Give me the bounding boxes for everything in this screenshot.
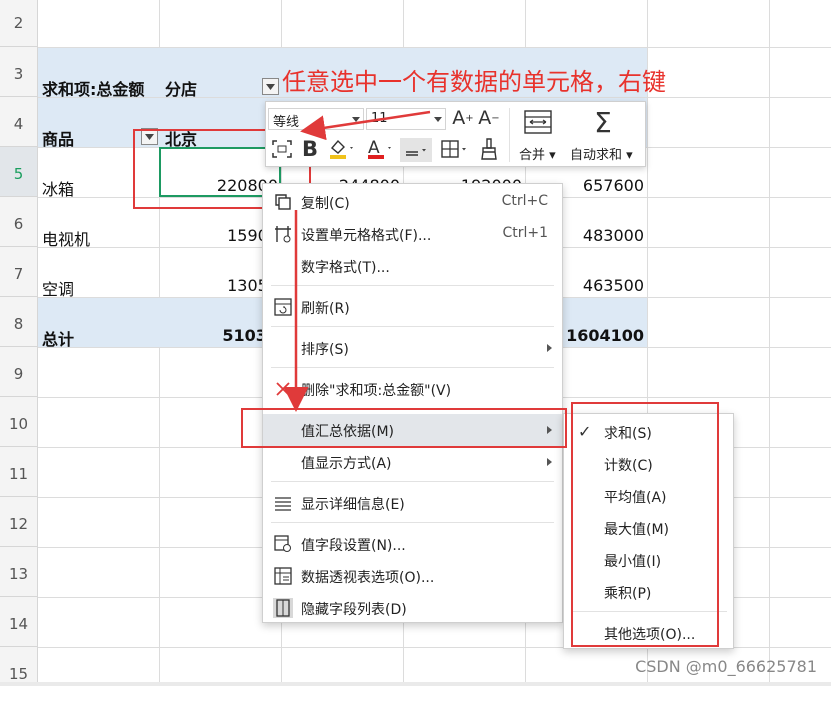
row-header[interactable]: 3 bbox=[0, 47, 38, 97]
menu-separator bbox=[271, 285, 554, 286]
horizontal-scrollbar[interactable] bbox=[0, 682, 831, 686]
refresh-icon bbox=[273, 297, 293, 317]
font-color-icon[interactable]: A bbox=[364, 136, 396, 162]
font-size-value: 11 bbox=[371, 111, 388, 126]
menu-item-show-details[interactable]: 显示详细信息(E) bbox=[263, 487, 562, 519]
submenu-arrow-icon bbox=[547, 458, 552, 466]
row-header-active[interactable]: 5 bbox=[0, 147, 38, 197]
row-header[interactable]: 6 bbox=[0, 197, 38, 247]
font-name-select[interactable]: 等线 bbox=[268, 108, 364, 130]
row-header[interactable]: 2 bbox=[0, 0, 38, 47]
annotation-text: 任意选中一个有数据的单元格，右键 bbox=[282, 62, 666, 97]
fill-color-icon[interactable] bbox=[326, 136, 358, 162]
pivot-row-label[interactable]: 冰箱 bbox=[42, 176, 74, 200]
row-gridline bbox=[38, 97, 831, 98]
pivot-row-field[interactable]: 商品 bbox=[42, 126, 74, 150]
menu-item-shortcut: Ctrl+1 bbox=[502, 225, 548, 241]
menu-item-refresh[interactable]: 刷新(R) bbox=[263, 291, 562, 323]
menu-item-label: 刷新(R) bbox=[301, 298, 350, 318]
row-header[interactable]: 15 bbox=[0, 647, 38, 686]
menu-item-label: 复制(C) bbox=[301, 193, 350, 213]
row-header[interactable]: 4 bbox=[0, 97, 38, 147]
context-menu: 复制(C) Ctrl+C 设置单元格格式(F)... Ctrl+1 数字格式(T… bbox=[262, 183, 563, 623]
decrease-font-icon[interactable]: A− bbox=[478, 106, 500, 130]
menu-separator bbox=[271, 326, 554, 327]
align-icon[interactable] bbox=[400, 138, 432, 162]
row-header[interactable]: 7 bbox=[0, 247, 38, 297]
watermark: CSDN @m0_66625781 bbox=[635, 657, 817, 676]
hide-field-list-icon bbox=[273, 598, 293, 618]
autosum-icon[interactable]: Σ bbox=[588, 106, 618, 138]
pivot-row-label[interactable]: 空调 bbox=[42, 276, 74, 300]
menu-item-label: 设置单元格格式(F)... bbox=[301, 225, 431, 245]
menu-item-sort[interactable]: 排序(S) bbox=[263, 332, 562, 364]
annotation-box bbox=[241, 408, 567, 448]
copy-icon bbox=[273, 192, 293, 212]
pivot-row-total[interactable]: 483000 bbox=[560, 226, 644, 245]
column-filter-button[interactable] bbox=[262, 78, 279, 95]
pivot-options-icon bbox=[273, 566, 293, 586]
annotation-box bbox=[571, 402, 719, 647]
menu-item-label: 值字段设置(N)... bbox=[301, 535, 406, 555]
details-icon bbox=[273, 493, 293, 513]
dropdown-arrow-icon bbox=[266, 84, 275, 90]
merge-icon[interactable] bbox=[520, 108, 556, 136]
menu-item-copy[interactable]: 复制(C) Ctrl+C bbox=[263, 186, 562, 218]
row-header[interactable]: 14 bbox=[0, 597, 38, 647]
menu-item-format-cells[interactable]: 设置单元格格式(F)... Ctrl+1 bbox=[263, 218, 562, 250]
select-range-icon[interactable] bbox=[269, 136, 295, 162]
format-painter-icon[interactable] bbox=[476, 136, 502, 162]
menu-item-field-settings[interactable]: 值字段设置(N)... bbox=[263, 528, 562, 560]
row-header[interactable]: 9 bbox=[0, 347, 38, 397]
toolbar-divider bbox=[509, 108, 510, 162]
pivot-row-total[interactable]: 657600 bbox=[560, 176, 644, 195]
font-size-select[interactable]: 11 bbox=[366, 108, 446, 130]
menu-separator bbox=[271, 522, 554, 523]
submenu-arrow-icon bbox=[547, 344, 552, 352]
pivot-total-label[interactable]: 总计 bbox=[42, 326, 74, 350]
pivot-row-total[interactable]: 463500 bbox=[560, 276, 644, 295]
pivot-grand-total[interactable]: 1604100 bbox=[560, 326, 644, 345]
menu-item-delete-field[interactable]: 删除"求和项:总金额"(V) bbox=[263, 373, 562, 405]
menu-separator bbox=[271, 481, 554, 482]
row-gridline bbox=[38, 47, 831, 48]
row-header[interactable]: 8 bbox=[0, 297, 38, 347]
autosum-button[interactable]: 自动求和 ▾ bbox=[570, 144, 633, 163]
menu-item-shortcut: Ctrl+C bbox=[502, 193, 548, 209]
increase-font-icon[interactable]: A+ bbox=[452, 106, 474, 130]
bold-icon[interactable]: B bbox=[299, 136, 321, 162]
pivot-value-field[interactable]: 求和项:总金额 bbox=[42, 76, 144, 100]
menu-item-label: 排序(S) bbox=[301, 339, 349, 359]
menu-separator bbox=[271, 367, 554, 368]
row-header[interactable]: 12 bbox=[0, 497, 38, 547]
menu-item-number-format[interactable]: 数字格式(T)... bbox=[263, 250, 562, 282]
menu-item-label: 删除"求和项:总金额"(V) bbox=[301, 380, 451, 400]
autosum-label: 自动求和 bbox=[570, 148, 622, 163]
row-header[interactable]: 10 bbox=[0, 397, 38, 447]
menu-item-label: 隐藏字段列表(D) bbox=[301, 599, 407, 619]
merge-button[interactable]: 合并 ▾ bbox=[519, 144, 556, 163]
delete-icon bbox=[273, 379, 293, 399]
menu-item-hide-field-list[interactable]: 隐藏字段列表(D) bbox=[263, 592, 562, 624]
menu-item-show-values-as[interactable]: 值显示方式(A) bbox=[263, 446, 562, 478]
merge-label: 合并 bbox=[519, 148, 545, 163]
menu-item-label: 值显示方式(A) bbox=[301, 453, 392, 473]
row-header[interactable]: 13 bbox=[0, 547, 38, 597]
col-gridline bbox=[769, 0, 770, 686]
font-name-value: 等线 bbox=[273, 115, 299, 130]
format-cells-icon bbox=[273, 224, 293, 244]
pivot-column-field[interactable]: 分店 bbox=[165, 76, 197, 100]
menu-item-label: 数字格式(T)... bbox=[301, 257, 390, 277]
borders-icon[interactable] bbox=[438, 136, 470, 162]
menu-item-label: 数据透视表选项(O)... bbox=[301, 567, 434, 587]
pivot-row-label[interactable]: 电视机 bbox=[42, 226, 90, 250]
mini-toolbar: 等线 11 A+ A− B A 合并 ▾ Σ 自动求和 ▾ bbox=[265, 101, 646, 167]
menu-item-pivot-options[interactable]: 数据透视表选项(O)... bbox=[263, 560, 562, 592]
menu-item-label: 显示详细信息(E) bbox=[301, 494, 405, 514]
row-header[interactable]: 11 bbox=[0, 447, 38, 497]
field-settings-icon bbox=[273, 534, 293, 554]
